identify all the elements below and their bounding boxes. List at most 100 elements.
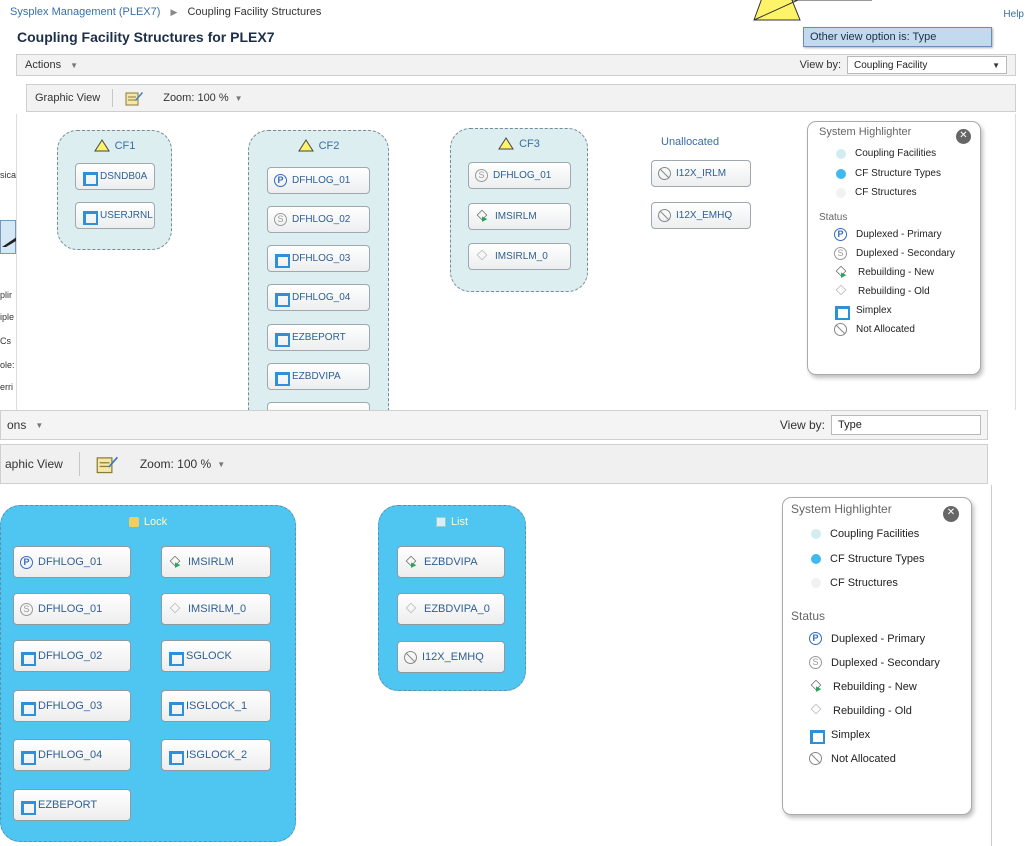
structure-node[interactable]: P DFHLOG_01 [13, 546, 131, 578]
simplex-icon [168, 749, 184, 765]
view-by-select[interactable]: Type [831, 415, 981, 435]
legend-status-simplex: Simplex [809, 728, 870, 744]
group-title: CF2 [318, 139, 340, 152]
toolbar-divider [78, 452, 80, 476]
node-label: DFHLOG_03 [38, 700, 103, 712]
simplex-icon [20, 749, 36, 765]
structure-node[interactable]: IMSIRLM_0 [161, 593, 271, 625]
view-option-tooltip: Other view option is: Type [803, 27, 992, 47]
simplex-icon [168, 700, 184, 716]
legend-item-cf-structure-types[interactable]: CF Structure Types [836, 168, 941, 179]
zoom-control[interactable]: Zoom: 100 % ▼ [163, 92, 242, 104]
bottom-actions-toolbar: ons ▼ View by: Type [0, 410, 988, 440]
legend-status-rebuild-new: Rebuilding - New [834, 266, 934, 281]
color-dot-icon [811, 578, 821, 588]
structure-node[interactable]: S DFHLOG_01 [468, 162, 571, 189]
structure-node[interactable]: I12X_IRLM [651, 160, 751, 187]
close-icon[interactable]: ✕ [943, 506, 959, 522]
legend-item-cf-structures[interactable]: CF Structures [811, 577, 898, 589]
simplex-icon [274, 252, 290, 268]
node-label: EZBDVIPA [292, 371, 341, 382]
breadcrumb-root-link[interactable]: Sysplex Management (PLEX7) [10, 6, 160, 18]
structure-node[interactable]: I12X_EMHQ [397, 641, 505, 673]
actions-menu[interactable]: Actions ▼ [25, 59, 78, 71]
structure-node[interactable]: I12X_EMHQ [651, 202, 751, 229]
structure-node[interactable]: DFHLOG_04 [267, 284, 370, 311]
group-cf2[interactable]: CF2 P DFHLOG_01 S DFHLOG_02 DFHLOG_03 DF… [248, 130, 389, 410]
legend-status-label: Rebuilding - Old [858, 286, 930, 297]
legend-status-rebuild-new: Rebuilding - New [809, 680, 917, 696]
legend-status-rebuild-old: Rebuilding - Old [809, 704, 912, 717]
node-label: I12X_IRLM [676, 168, 727, 179]
legend-item-label: CF Structure Types [830, 553, 925, 565]
structure-node[interactable]: EZBDVIPA_0 [397, 593, 505, 625]
node-label: EZBEPORT [292, 332, 346, 343]
structure-node[interactable]: IMSIRLM [161, 546, 271, 578]
chevron-down-icon: ▼ [217, 459, 226, 469]
legend-item-label: CF Structure Types [855, 168, 941, 179]
structure-node[interactable]: IMSIRLM_0 [468, 243, 571, 270]
actions-menu[interactable]: ons ▼ [7, 418, 43, 432]
edit-notes-icon[interactable] [96, 454, 118, 474]
structure-node[interactable]: EZBEPORT [13, 789, 131, 821]
rebuild-new-icon [168, 556, 183, 571]
structure-node[interactable]: DFHLOG_03 [13, 690, 131, 722]
structure-node[interactable]: DFHLOG_02 [13, 640, 131, 672]
structure-node[interactable]: IMSIRLM [468, 203, 571, 230]
help-link[interactable]: Help [1003, 9, 1024, 20]
structure-node[interactable]: EZBDVIPA [267, 363, 370, 390]
system-highlighter-legend: System Highlighter ✕ Coupling Facilities… [782, 497, 972, 815]
structure-node[interactable] [267, 402, 370, 410]
chevron-down-icon: ▼ [70, 60, 78, 70]
legend-item-label: Coupling Facilities [855, 148, 937, 159]
structure-node[interactable]: ISGLOCK_1 [161, 690, 271, 722]
edit-notes-icon[interactable] [125, 90, 144, 106]
color-dot-icon [836, 168, 846, 179]
structure-node[interactable]: EZBDVIPA [397, 546, 505, 578]
node-label: DFHLOG_04 [38, 749, 103, 761]
left-fragment-text: plir [0, 290, 13, 300]
structure-node[interactable]: USERJRNL [75, 202, 155, 229]
top-actions-toolbar: Actions ▼ View by: Coupling Facility ▼ [16, 54, 1016, 76]
view-by-control: View by: Type [780, 415, 981, 435]
rebuild-new-icon [834, 266, 849, 281]
secondary-icon: S [834, 247, 847, 260]
node-label: IMSIRLM_0 [188, 603, 247, 615]
legend-item-cf-structure-types[interactable]: CF Structure Types [811, 553, 925, 565]
warning-icon [297, 139, 314, 152]
structure-node[interactable]: DFHLOG_04 [13, 739, 131, 771]
structure-node[interactable]: DFHLOG_03 [267, 245, 370, 272]
group-header: CF3 [451, 137, 587, 150]
group-list[interactable]: List EZBDVIPA EZBDVIPA_0 I12X_EMHQ [378, 505, 526, 691]
group-cf3[interactable]: CF3 S DFHLOG_01 IMSIRLM IMSIRLM_0 [450, 128, 588, 292]
node-label: DFHLOG_04 [292, 292, 351, 303]
graphic-view-tab[interactable]: Graphic View [35, 92, 100, 104]
not-allocated-icon [809, 752, 822, 765]
group-cf1[interactable]: CF1 DSNDB0A USERJRNL [57, 130, 172, 250]
not-allocated-icon [658, 209, 671, 222]
structure-node[interactable]: ISGLOCK_2 [161, 739, 271, 771]
close-icon[interactable]: ✕ [956, 129, 971, 144]
graphic-view-tab[interactable]: aphic View [5, 457, 63, 471]
legend-item-coupling-facilities[interactable]: Coupling Facilities [836, 148, 936, 159]
legend-status-label: Duplexed - Primary [856, 229, 942, 240]
legend-item-coupling-facilities[interactable]: Coupling Facilities [811, 528, 919, 540]
structure-node[interactable]: EZBEPORT [267, 324, 370, 351]
legend-status-primary: P Duplexed - Primary [809, 632, 925, 645]
node-label: DFHLOG_01 [292, 175, 351, 186]
simplex-icon [82, 209, 98, 225]
cf-graphic-canvas: CF1 DSNDB0A USERJRNL CF2 P DFHLOG_01 S D… [16, 114, 1016, 410]
structure-node[interactable]: S DFHLOG_01 [13, 593, 131, 625]
group-lock[interactable]: Lock P DFHLOG_01 IMSIRLM S DFHLOG_01 IMS… [0, 505, 296, 842]
structure-node[interactable]: DSNDB0A [75, 163, 155, 190]
structure-node[interactable]: SGLOCK [161, 640, 271, 672]
legend-item-cf-structures[interactable]: CF Structures [836, 187, 917, 198]
type-graphic-canvas: Lock P DFHLOG_01 IMSIRLM S DFHLOG_01 IMS… [0, 485, 992, 846]
view-by-select[interactable]: Coupling Facility ▼ [847, 56, 1007, 74]
structure-node[interactable]: S DFHLOG_02 [267, 206, 370, 233]
node-label: IMSIRLM [495, 211, 537, 222]
primary-icon: P [20, 555, 33, 569]
node-label: EZBDVIPA [424, 556, 478, 568]
zoom-control[interactable]: Zoom: 100 % ▼ [140, 457, 225, 471]
structure-node[interactable]: P DFHLOG_01 [267, 167, 370, 194]
